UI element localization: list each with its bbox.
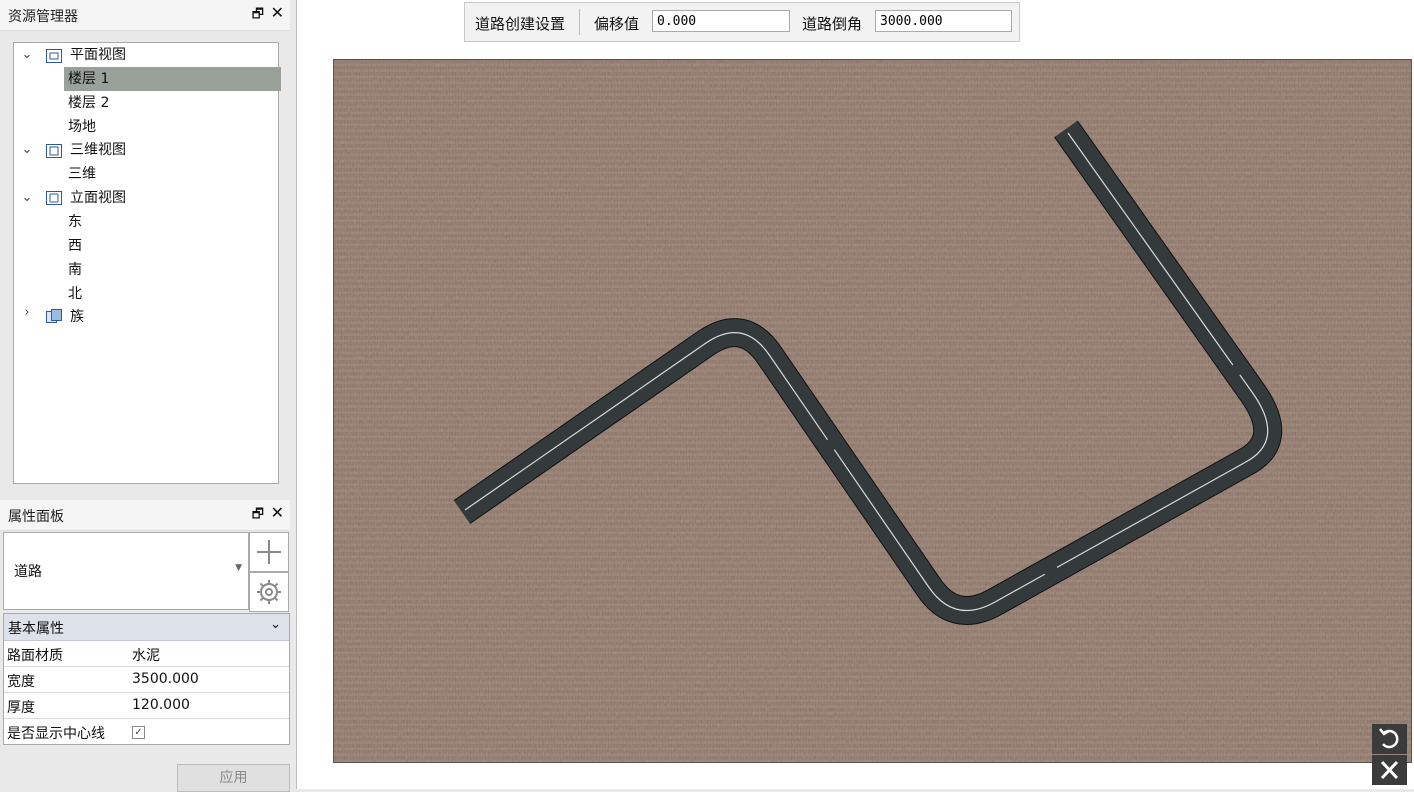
section-title: 基本属性 (8, 621, 64, 637)
plus-icon (257, 540, 281, 564)
type-selector-value: 道路 (14, 564, 42, 580)
family-icon (46, 309, 62, 323)
apply-button[interactable]: 应用 (177, 764, 290, 792)
tree-item-family[interactable]: 族 (70, 305, 84, 329)
tree-item-3d-view[interactable]: 三维视图 (70, 138, 126, 162)
3d-view-icon (46, 144, 62, 158)
expand-chevron-icon[interactable]: ⌄ (20, 47, 34, 62)
elevation-view-icon (46, 191, 62, 205)
close-view-button[interactable] (1372, 755, 1407, 785)
property-row: 厚度 120.000 (4, 693, 289, 719)
resource-panel-title: 资源管理器 (8, 9, 78, 25)
reset-view-button[interactable] (1372, 724, 1407, 754)
property-value[interactable]: 3500.000 (132, 671, 199, 687)
section-header[interactable]: 基本属性 ⌄ (4, 614, 289, 641)
tree-item-floor-2[interactable]: 楼层 2 (68, 91, 109, 115)
property-value[interactable]: 水泥 (132, 645, 160, 665)
close-icon[interactable]: ✕ (271, 503, 284, 522)
type-selector[interactable]: 道路 ▼ (3, 532, 249, 610)
road-settings-toolbar: 道路创建设置 偏移值 道路倒角 (464, 2, 1020, 42)
property-row: 宽度 3500.000 (4, 667, 289, 693)
tree-item-floor-1[interactable]: 楼层 1 (64, 67, 281, 91)
property-panel-header: 属性面板 🗗 ✕ (0, 500, 290, 531)
add-button[interactable] (249, 532, 289, 572)
tree-item-site[interactable]: 场地 (68, 115, 96, 139)
toolbar-title: 道路创建设置 (475, 15, 566, 33)
tree-item-plan-view[interactable]: 平面视图 (70, 43, 126, 67)
toolbar-separator (579, 9, 580, 35)
gear-icon (257, 580, 281, 604)
properties-table: 基本属性 ⌄ 路面材质 水泥 宽度 3500.000 厚度 120.000 是否… (3, 613, 290, 745)
resource-panel-header: 资源管理器 🗗 ✕ (0, 0, 290, 31)
settings-button[interactable] (249, 572, 289, 612)
property-key: 宽度 (7, 674, 35, 690)
undo-rotate-icon (1379, 728, 1399, 749)
tree-item-south[interactable]: 南 (68, 258, 82, 282)
float-icon[interactable]: 🗗 (252, 5, 264, 27)
offset-input[interactable] (652, 10, 790, 32)
float-icon[interactable]: 🗗 (252, 505, 264, 527)
close-icon[interactable]: ✕ (271, 3, 284, 22)
plan-view-icon (46, 49, 62, 63)
property-row: 是否显示中心线 ✓ (4, 719, 289, 744)
tree-item-elevation-view[interactable]: 立面视图 (70, 186, 126, 210)
expand-chevron-icon[interactable]: ⌄ (20, 190, 34, 205)
dropdown-arrow-icon[interactable]: ▼ (235, 563, 242, 573)
project-tree: ⌄ 平面视图 楼层 1 楼层 2 场地 ⌄ 三维视图 三维 ⌄ 立面视图 东 西… (13, 42, 281, 484)
tree-item-3d[interactable]: 三维 (68, 162, 96, 186)
expand-chevron-icon[interactable]: ⌄ (20, 142, 34, 157)
tree-item-east[interactable]: 东 (68, 210, 82, 234)
property-row: 路面材质 水泥 (4, 641, 289, 667)
road-drawing[interactable] (334, 60, 1411, 762)
offset-label: 偏移值 (594, 15, 640, 33)
property-key: 路面材质 (7, 648, 63, 664)
property-panel-title: 属性面板 (8, 509, 64, 525)
property-key: 是否显示中心线 (7, 726, 105, 742)
drawing-canvas[interactable] (333, 59, 1412, 763)
collapse-chevron-icon[interactable]: › (20, 305, 34, 320)
show-centerline-checkbox[interactable]: ✓ (132, 726, 145, 739)
tree-item-west[interactable]: 西 (68, 234, 82, 258)
chevron-down-icon[interactable]: ⌄ (270, 617, 281, 632)
chamfer-input[interactable] (875, 10, 1012, 32)
property-value[interactable]: 120.000 (132, 697, 190, 713)
chamfer-label: 道路倒角 (802, 15, 863, 33)
tree-item-north[interactable]: 北 (68, 282, 82, 306)
close-icon (1380, 760, 1399, 780)
property-key: 厚度 (7, 700, 35, 716)
